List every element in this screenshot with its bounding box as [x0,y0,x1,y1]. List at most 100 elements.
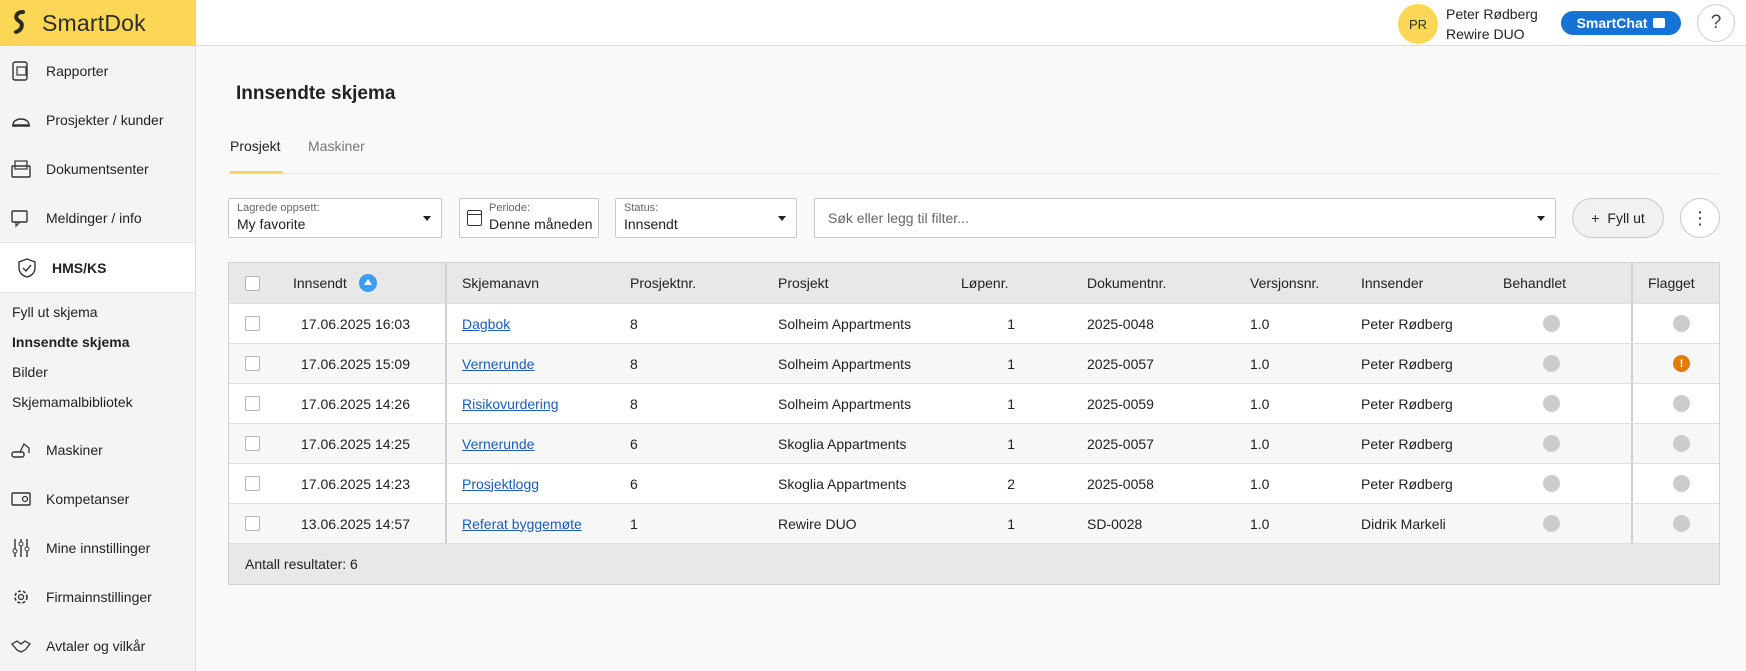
logo[interactable]: SmartDok [0,0,196,46]
sidebar-item-label: Maskiner [46,441,103,458]
table-row[interactable]: 17.06.2025 15:09 Vernerunde 8 Solheim Appar… [229,344,1719,384]
select-all-checkbox[interactable] [245,275,260,291]
help-button[interactable]: ? [1697,4,1735,42]
sidebar-item-maskiner[interactable]: Maskiner [0,425,195,474]
cell-doc-no: 2025-0057 [1087,435,1154,452]
column-header-behandlet[interactable]: Behandlet [1503,263,1566,303]
processed-status-dot[interactable] [1543,395,1560,412]
column-header-flagget[interactable]: Flagget [1648,263,1695,303]
sidebar-subitem-fyll-ut[interactable]: Fyll ut skjema [0,297,195,327]
cell-project: Solheim Appartments [778,315,912,332]
tab-maskiner[interactable]: Maskiner [308,138,365,174]
sidebar-item-label: Mine innstillinger [46,539,151,556]
search-filter-input[interactable]: Søk eller legg til filter... [814,198,1556,238]
flag-status-dot[interactable] [1673,475,1690,492]
sidebar-item-firmainnstillinger[interactable]: Firmainnstillinger [0,572,195,621]
table-row[interactable]: 17.06.2025 14:23 Prosjektlogg 6 Skoglia App… [229,464,1719,504]
cell-submitted: 17.06.2025 14:25 [301,435,410,452]
sidebar-item-label: Meldinger / info [46,209,142,226]
cell-seq: 1 [1007,515,1015,532]
dropdown-caret-icon [423,216,431,221]
table-row[interactable]: 17.06.2025 14:26 Risikovurdering 8 Solheim … [229,384,1719,424]
saved-layout-select[interactable]: Lagrede oppsett: My favorite [228,198,442,238]
sidebar-item-prosjekter[interactable]: Prosjekter / kunder [0,95,195,144]
processed-status-dot[interactable] [1543,435,1560,452]
smartchat-button[interactable]: SmartChat [1561,11,1681,35]
sidebar-item-dokumentsenter[interactable]: Dokumentsenter [0,144,195,193]
column-header-innsender[interactable]: Innsender [1361,263,1423,303]
sidebar-item-label: Avtaler og vilkår [46,637,146,654]
cell-project: Skoglia Appartments [778,435,907,452]
sidebar-item-label: Rapporter [46,62,109,79]
sliders-icon [12,538,30,557]
avatar[interactable]: PR [1398,4,1438,44]
cell-doc-no: 2025-0057 [1087,355,1154,372]
column-header-dokumentnr[interactable]: Dokumentnr. [1087,263,1166,303]
sidebar-item-avtaler[interactable]: Avtaler og vilkår [0,621,195,670]
cell-seq: 1 [1007,355,1015,372]
form-name-link[interactable]: Prosjektlogg [462,476,539,492]
cell-submitted: 17.06.2025 15:09 [301,355,410,372]
sidebar-subitem-bilder[interactable]: Bilder [0,357,195,387]
sort-ascending-icon[interactable] [358,274,377,292]
column-header-skjemanavn[interactable]: Skjemanavn [462,263,539,303]
sidebar-subnav: Fyll ut skjema Innsendte skjema Bilder S… [0,293,195,425]
status-select[interactable]: Status: Innsendt [615,198,797,238]
cell-doc-no: 2025-0048 [1087,315,1154,332]
row-checkbox[interactable] [245,396,260,411]
flag-status-dot[interactable] [1673,515,1690,532]
processed-status-dot[interactable] [1543,355,1560,372]
plus-icon: + [1591,210,1600,226]
sidebar-subitem-innsendte[interactable]: Innsendte skjema [0,327,195,357]
row-checkbox[interactable] [245,516,260,531]
sidebar-item-meldinger[interactable]: Meldinger / info [0,193,195,242]
sidebar-item-hmsks[interactable]: HMS/KS [0,242,195,293]
tab-bar: Prosjekt Maskiner [229,134,1719,174]
column-header-lopenr[interactable]: Løpenr. [961,263,1008,303]
sidebar-item-kompetanser[interactable]: Kompetanser [0,474,195,523]
user-menu[interactable]: PR Peter Rødberg Rewire DUO [1398,4,1538,44]
flag-warning-icon[interactable]: ! [1673,355,1690,372]
tab-prosjekt[interactable]: Prosjekt [230,138,283,174]
sidebar-item-label: Dokumentsenter [46,160,149,177]
column-divider [445,304,447,343]
sidebar-item-label: HMS/KS [52,259,107,276]
row-checkbox[interactable] [245,356,260,371]
sidebar-subitem-skjemamal[interactable]: Skjemamalbibliotek [0,387,195,417]
certificate-icon [11,491,31,506]
cell-version: 1.0 [1250,315,1270,332]
cell-doc-no: SD-0028 [1087,515,1143,532]
form-name-link[interactable]: Referat byggemøte [462,516,582,532]
flag-status-dot[interactable] [1673,315,1690,332]
row-checkbox[interactable] [245,316,260,331]
sidebar-item-mine-innstillinger[interactable]: Mine innstillinger [0,523,195,572]
table-row[interactable]: 17.06.2025 16:03 Dagbok 8 Solheim Appartmen… [229,304,1719,344]
period-picker[interactable]: Periode: Denne måneden [459,198,599,238]
more-options-button[interactable]: ⋮ [1680,198,1720,238]
column-header-versjonsnr[interactable]: Versjonsnr. [1250,263,1319,303]
form-name-link[interactable]: Vernerunde [462,436,534,452]
flag-status-dot[interactable] [1673,395,1690,412]
column-header-prosjektnr[interactable]: Prosjektnr. [630,263,696,303]
fill-out-button[interactable]: + Fyll ut [1572,198,1664,238]
form-name-link[interactable]: Vernerunde [462,356,534,372]
processed-status-dot[interactable] [1543,475,1560,492]
flag-status-dot[interactable] [1673,435,1690,452]
processed-status-dot[interactable] [1543,315,1560,332]
result-count: Antall resultater: 6 [245,556,358,572]
table-row[interactable]: 17.06.2025 14:25 Vernerunde 6 Skoglia Appar… [229,424,1719,464]
form-name-link[interactable]: Dagbok [462,316,510,332]
sidebar-item-rapporter[interactable]: Rapporter [0,46,195,95]
saved-layout-label: Lagrede oppsett: [237,202,320,214]
form-name-link[interactable]: Risikovurdering [462,396,558,412]
column-header-prosjekt[interactable]: Prosjekt [778,263,829,303]
table-row[interactable]: 13.06.2025 14:57 Referat byggemøte 1 Rewire… [229,504,1719,544]
row-checkbox[interactable] [245,476,260,491]
helmet-icon [12,117,30,127]
sidebar: Rapporter Prosjekter / kunder Dokumentse… [0,46,196,671]
processed-status-dot[interactable] [1543,515,1560,532]
cell-version: 1.0 [1250,475,1270,492]
row-checkbox[interactable] [245,436,260,451]
column-header-innsendt[interactable]: Innsendt [293,263,377,303]
cell-project-no: 6 [630,475,638,492]
